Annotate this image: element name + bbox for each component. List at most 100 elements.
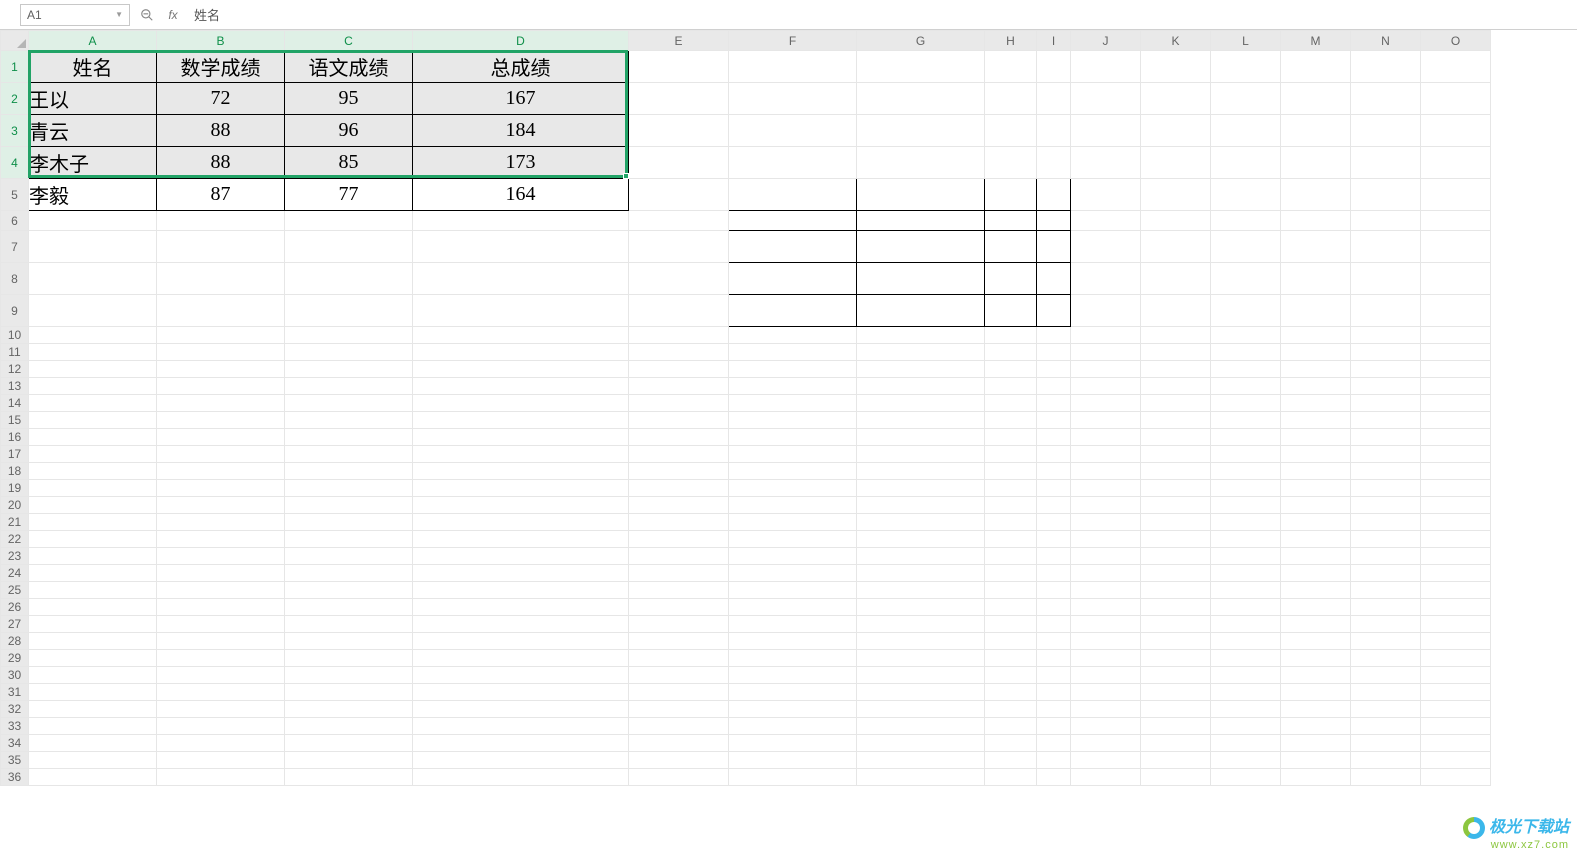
cell-F25[interactable] xyxy=(729,582,857,599)
cell-I6[interactable] xyxy=(1037,211,1071,231)
cell-H20[interactable] xyxy=(985,497,1037,514)
cell-M3[interactable] xyxy=(1281,115,1351,147)
cell-H10[interactable] xyxy=(985,327,1037,344)
cell-G15[interactable] xyxy=(857,412,985,429)
cell-K8[interactable] xyxy=(1141,263,1211,295)
cell-K4[interactable] xyxy=(1141,147,1211,179)
col-header-L[interactable]: L xyxy=(1211,31,1281,51)
cell-N2[interactable] xyxy=(1351,83,1421,115)
cell-H32[interactable] xyxy=(985,701,1037,718)
cell-A17[interactable] xyxy=(29,446,157,463)
cell-K21[interactable] xyxy=(1141,514,1211,531)
cell-O3[interactable] xyxy=(1421,115,1491,147)
fx-icon[interactable]: fx xyxy=(164,6,182,24)
cell-B28[interactable] xyxy=(157,633,285,650)
cell-O21[interactable] xyxy=(1421,514,1491,531)
cell-K34[interactable] xyxy=(1141,735,1211,752)
cell-L35[interactable] xyxy=(1211,752,1281,769)
cell-M31[interactable] xyxy=(1281,684,1351,701)
cell-H19[interactable] xyxy=(985,480,1037,497)
cell-F15[interactable] xyxy=(729,412,857,429)
cell-C5[interactable]: 77 xyxy=(285,179,413,211)
cell-M36[interactable] xyxy=(1281,769,1351,786)
cell-J31[interactable] xyxy=(1071,684,1141,701)
cell-H31[interactable] xyxy=(985,684,1037,701)
cell-O6[interactable] xyxy=(1421,211,1491,231)
cell-A13[interactable] xyxy=(29,378,157,395)
cell-N33[interactable] xyxy=(1351,718,1421,735)
cell-D22[interactable] xyxy=(413,531,629,548)
cell-A23[interactable] xyxy=(29,548,157,565)
cell-D11[interactable] xyxy=(413,344,629,361)
cell-G26[interactable] xyxy=(857,599,985,616)
cell-E7[interactable] xyxy=(629,231,729,263)
cell-G27[interactable] xyxy=(857,616,985,633)
cell-E29[interactable] xyxy=(629,650,729,667)
cell-F2[interactable] xyxy=(729,83,857,115)
cell-N20[interactable] xyxy=(1351,497,1421,514)
cell-K10[interactable] xyxy=(1141,327,1211,344)
cell-M19[interactable] xyxy=(1281,480,1351,497)
cell-I5[interactable] xyxy=(1037,179,1071,211)
row-header-16[interactable]: 16 xyxy=(1,429,29,446)
name-box[interactable]: A1 ▼ xyxy=(20,4,130,26)
cell-E8[interactable] xyxy=(629,263,729,295)
cell-E14[interactable] xyxy=(629,395,729,412)
cell-M10[interactable] xyxy=(1281,327,1351,344)
cell-G3[interactable] xyxy=(857,115,985,147)
row-header-29[interactable]: 29 xyxy=(1,650,29,667)
cell-C18[interactable] xyxy=(285,463,413,480)
cell-K26[interactable] xyxy=(1141,599,1211,616)
cell-D15[interactable] xyxy=(413,412,629,429)
cell-N14[interactable] xyxy=(1351,395,1421,412)
cell-N25[interactable] xyxy=(1351,582,1421,599)
cell-E1[interactable] xyxy=(629,51,729,83)
cell-F16[interactable] xyxy=(729,429,857,446)
cell-N22[interactable] xyxy=(1351,531,1421,548)
cell-M1[interactable] xyxy=(1281,51,1351,83)
cell-A16[interactable] xyxy=(29,429,157,446)
cell-B33[interactable] xyxy=(157,718,285,735)
cell-F18[interactable] xyxy=(729,463,857,480)
cell-L19[interactable] xyxy=(1211,480,1281,497)
cell-K28[interactable] xyxy=(1141,633,1211,650)
row-header-31[interactable]: 31 xyxy=(1,684,29,701)
cell-D2[interactable]: 167 xyxy=(413,83,629,115)
cell-H17[interactable] xyxy=(985,446,1037,463)
zoom-out-icon[interactable] xyxy=(138,6,156,24)
cell-J6[interactable] xyxy=(1071,211,1141,231)
cell-C24[interactable] xyxy=(285,565,413,582)
cell-M16[interactable] xyxy=(1281,429,1351,446)
cell-O36[interactable] xyxy=(1421,769,1491,786)
cell-D4[interactable]: 173 xyxy=(413,147,629,179)
cell-J2[interactable] xyxy=(1071,83,1141,115)
cell-E24[interactable] xyxy=(629,565,729,582)
cell-J34[interactable] xyxy=(1071,735,1141,752)
row-header-24[interactable]: 24 xyxy=(1,565,29,582)
cell-I10[interactable] xyxy=(1037,327,1071,344)
cell-K25[interactable] xyxy=(1141,582,1211,599)
cell-E19[interactable] xyxy=(629,480,729,497)
cell-E21[interactable] xyxy=(629,514,729,531)
cell-L6[interactable] xyxy=(1211,211,1281,231)
cell-L31[interactable] xyxy=(1211,684,1281,701)
cell-F28[interactable] xyxy=(729,633,857,650)
cell-O16[interactable] xyxy=(1421,429,1491,446)
cell-K35[interactable] xyxy=(1141,752,1211,769)
cell-G22[interactable] xyxy=(857,531,985,548)
cell-E13[interactable] xyxy=(629,378,729,395)
cell-F12[interactable] xyxy=(729,361,857,378)
cell-H18[interactable] xyxy=(985,463,1037,480)
row-header-7[interactable]: 7 xyxy=(1,231,29,263)
cell-I14[interactable] xyxy=(1037,395,1071,412)
cell-A9[interactable] xyxy=(29,295,157,327)
cell-G29[interactable] xyxy=(857,650,985,667)
cell-E36[interactable] xyxy=(629,769,729,786)
cell-H11[interactable] xyxy=(985,344,1037,361)
row-header-8[interactable]: 8 xyxy=(1,263,29,295)
cell-M20[interactable] xyxy=(1281,497,1351,514)
cell-L33[interactable] xyxy=(1211,718,1281,735)
col-header-K[interactable]: K xyxy=(1141,31,1211,51)
cell-L22[interactable] xyxy=(1211,531,1281,548)
cell-K36[interactable] xyxy=(1141,769,1211,786)
